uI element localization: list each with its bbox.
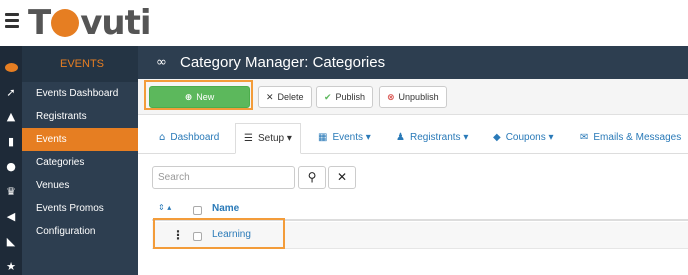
sort-icon[interactable]: ⇕ ▴	[158, 203, 171, 212]
trophy-icon[interactable]: ♛	[4, 186, 18, 198]
search-input[interactable]	[152, 166, 295, 189]
unpublish-button[interactable]: ⊗ Unpublish	[379, 86, 447, 108]
check-icon: ✔	[324, 93, 332, 103]
tovuti-logo[interactable]: Tvuti	[28, 4, 151, 42]
sidebar-item-events-dashboard[interactable]: Events Dashboard	[22, 82, 138, 105]
sidebar-item-configuration[interactable]: Configuration	[22, 220, 138, 243]
users-icon[interactable]: ●	[4, 161, 18, 173]
tovuti-badge-icon[interactable]	[5, 63, 18, 72]
star-icon[interactable]: ★	[4, 261, 18, 273]
page-title: Category Manager: Categories	[180, 54, 386, 71]
rocket-icon[interactable]: ➚	[4, 87, 18, 99]
search-icon: ⚲	[307, 170, 317, 184]
x-circle-icon: ⊗	[387, 93, 395, 103]
sidebar-item-venues[interactable]: Venues	[22, 174, 138, 197]
hamburger-menu-icon[interactable]	[5, 13, 19, 31]
sidebar-item-registrants[interactable]: Registrants	[22, 105, 138, 128]
delete-button[interactable]: ✕ Delete	[258, 86, 312, 108]
select-all-checkbox[interactable]	[193, 206, 202, 215]
chevron-down-icon: ▾	[545, 132, 554, 143]
page-header: ∞ Category Manager: Categories	[138, 46, 688, 79]
sidebar-header: EVENTS	[22, 46, 138, 82]
column-header-name[interactable]: Name	[212, 203, 239, 214]
envelope-icon: ✉	[580, 132, 589, 143]
graduation-cap-icon[interactable]: ▲	[4, 111, 18, 123]
sidebar-item-events[interactable]: Events	[22, 128, 138, 151]
row-highlight	[153, 218, 285, 249]
sidebar-item-categories[interactable]: Categories	[22, 151, 138, 174]
close-icon: ✕	[336, 170, 348, 184]
tab-setup[interactable]: ☰ Setup ▾	[235, 123, 301, 154]
new-button-highlight	[144, 80, 253, 110]
list-icon: ☰	[244, 133, 253, 144]
bar-chart-icon[interactable]: ▮	[4, 136, 18, 148]
rss-icon[interactable]: ◣	[4, 236, 18, 248]
tab-events[interactable]: ▦ Events ▾	[318, 123, 371, 153]
clear-search-button[interactable]: ✕	[328, 166, 356, 189]
tag-icon: ◆	[493, 132, 501, 143]
megaphone-icon[interactable]: ◀	[4, 211, 18, 223]
tab-registrants[interactable]: ♟ Registrants ▾	[396, 123, 468, 153]
x-icon: ✕	[266, 93, 274, 103]
top-bar: Tvuti	[0, 0, 688, 46]
user-icon: ♟	[396, 132, 405, 143]
tab-dashboard[interactable]: ⌂ Dashboard	[159, 123, 219, 153]
tab-bar: ⌂ Dashboard ☰ Setup ▾ ▦ Events ▾ ♟ Registran…	[138, 123, 688, 154]
publish-button[interactable]: ✔ Publish	[316, 86, 374, 108]
chevron-down-icon: ▾	[460, 132, 469, 143]
chevron-down-icon: ▾	[284, 133, 292, 144]
home-icon: ⌂	[159, 132, 166, 143]
chevron-down-icon: ▾	[363, 132, 371, 143]
tab-emails-messages[interactable]: ✉ Emails & Messages	[580, 123, 681, 153]
link-icon: ∞	[156, 55, 167, 70]
search-button[interactable]: ⚲	[298, 166, 326, 189]
tab-coupons[interactable]: ◆ Coupons ▾	[493, 123, 554, 153]
events-sidebar: EVENTS Events Dashboard Registrants Even…	[22, 46, 138, 275]
sidebar-item-events-promos[interactable]: Events Promos	[22, 197, 138, 220]
icon-rail: ➚ ▲ ▮ ● ♛ ◀ ◣ ★	[0, 46, 22, 275]
calendar-icon: ▦	[318, 132, 328, 143]
